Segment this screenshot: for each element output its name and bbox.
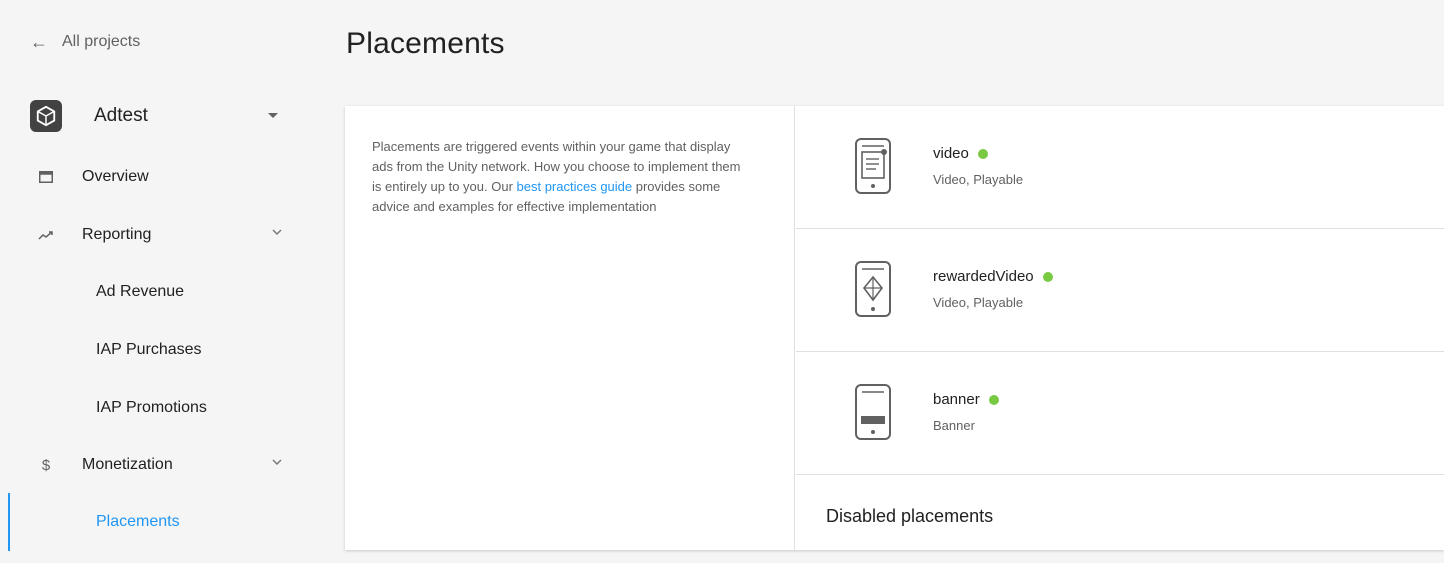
placement-row-banner[interactable]: banner Banner: [796, 352, 1444, 475]
chevron-down-icon: [272, 229, 282, 235]
phone-rewarded-icon: [855, 261, 891, 317]
sidebar-item-overview[interactable]: Overview: [0, 157, 300, 197]
sidebar-item-monetization[interactable]: $ Monetization: [0, 445, 300, 485]
placement-types: Banner: [933, 418, 975, 433]
placement-types: Video, Playable: [933, 172, 1024, 187]
sidebar-item-iap-purchases[interactable]: IAP Purchases: [0, 330, 300, 370]
unity-logo-icon: [30, 100, 62, 132]
page-title: Placements: [346, 27, 505, 60]
placement-list: video Video, Playable rewardedVideo Vide…: [796, 106, 1444, 550]
sidebar-item-label: Monetization: [82, 456, 173, 473]
best-practices-guide-link[interactable]: best practices guide: [517, 179, 633, 194]
all-projects-link[interactable]: ← All projects: [30, 33, 140, 51]
sidebar-item-label: Reporting: [82, 226, 152, 243]
dollar-icon: $: [41, 456, 51, 474]
sidebar-item-reporting[interactable]: Reporting: [0, 215, 300, 255]
caret-down-icon: [268, 113, 278, 118]
placement-name-text: rewardedVideo: [933, 268, 1034, 285]
sidebar-item-iap-promotions[interactable]: IAP Promotions: [0, 388, 300, 428]
placement-row-rewarded-video[interactable]: rewardedVideo Video, Playable: [796, 229, 1444, 352]
sidebar-item-label: IAP Promotions: [96, 399, 207, 416]
placement-name-text: banner: [933, 391, 980, 408]
trending-up-icon: [38, 227, 54, 243]
placement-name: video: [933, 145, 988, 162]
placement-name: rewardedVideo: [933, 268, 1053, 285]
placement-row-video[interactable]: video Video, Playable: [796, 106, 1444, 229]
description-panel: Placements are triggered events within y…: [345, 106, 795, 550]
sidebar-item-label: IAP Purchases: [96, 341, 202, 358]
overview-icon: [38, 169, 54, 185]
project-name: Adtest: [94, 105, 148, 126]
status-dot-enabled: [1042, 271, 1053, 282]
placement-types: Video, Playable: [933, 295, 1024, 310]
arrow-left-icon: ←: [30, 32, 48, 52]
sidebar-item-label: Ad Revenue: [96, 283, 185, 300]
phone-video-icon: [855, 138, 891, 194]
status-dot-enabled: [988, 394, 999, 405]
sidebar-item-ad-revenue[interactable]: Ad Revenue: [0, 272, 300, 312]
app-root: ← All projects Adtest Overview Reporting…: [0, 0, 1444, 563]
sidebar: ← All projects Adtest Overview Reporting…: [0, 0, 310, 563]
placement-name: banner: [933, 391, 999, 408]
placement-name-text: video: [933, 145, 969, 162]
status-dot-enabled: [977, 148, 988, 159]
sidebar-item-label: Overview: [82, 168, 149, 185]
sidebar-item-placements[interactable]: Placements: [0, 502, 300, 542]
chevron-down-icon: [272, 459, 282, 465]
placements-card: Placements are triggered events within y…: [345, 106, 1444, 550]
placements-description: Placements are triggered events within y…: [372, 137, 747, 217]
phone-banner-icon: [855, 384, 891, 440]
all-projects-label: All projects: [62, 33, 141, 50]
disabled-placements-heading[interactable]: Disabled placements: [826, 506, 993, 527]
sidebar-item-label: Placements: [96, 513, 180, 530]
project-selector[interactable]: Adtest: [30, 94, 292, 138]
